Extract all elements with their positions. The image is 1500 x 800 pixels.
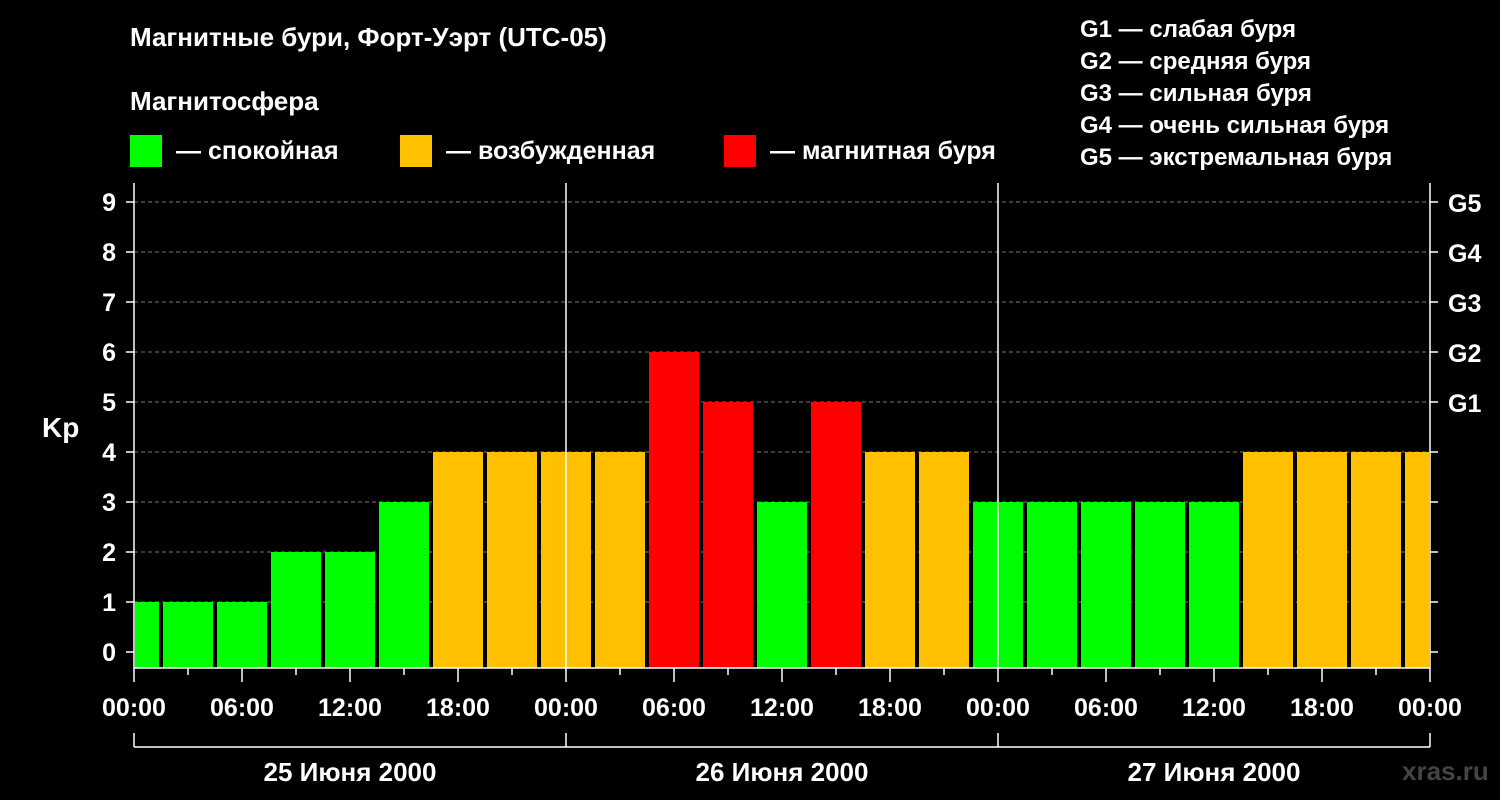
y-tick-label: 0 — [102, 639, 116, 667]
g-legend-g2: G2 — средняя буря — [1080, 48, 1311, 75]
x-tick-label: 18:00 — [858, 694, 922, 722]
y-axis-label: Kp — [42, 412, 79, 443]
legend-item-active: — возбужденная — [400, 134, 655, 168]
g-scale-label: G2 — [1448, 340, 1481, 368]
kp-bar — [1135, 502, 1185, 668]
kp-bar — [1081, 502, 1131, 668]
day-label: 26 Июня 2000 — [696, 757, 869, 787]
chart-title: Магнитные бури, Форт-Уэрт (UTC-05) — [130, 22, 607, 52]
g-scale-label: G3 — [1448, 290, 1481, 318]
y-tick-label: 3 — [102, 489, 116, 517]
kp-bar — [325, 552, 375, 668]
g-legend-g5: G5 — экстремальная буря — [1080, 144, 1393, 171]
x-tick-label: 06:00 — [642, 694, 706, 722]
kp-bar — [649, 352, 699, 668]
y-tick-label: 4 — [102, 439, 116, 467]
watermark: xras.ru — [1402, 756, 1489, 786]
legend-item-quiet: — спокойная — [130, 134, 339, 168]
kp-bar — [487, 452, 537, 668]
x-tick-label: 00:00 — [1398, 694, 1462, 722]
g-scale-label: G1 — [1448, 390, 1481, 418]
g-legend-g1: G1 — слабая буря — [1080, 16, 1297, 43]
g-legend-g4: G4 — очень сильная буря — [1080, 112, 1390, 139]
x-tick-label: 12:00 — [318, 694, 382, 722]
legend-swatch-active — [400, 135, 432, 167]
x-tick-label: 06:00 — [210, 694, 274, 722]
x-tick-label: 00:00 — [534, 694, 598, 722]
g-scale-label: G5 — [1448, 190, 1481, 218]
kp-bar — [757, 502, 807, 668]
legend-swatch-storm — [724, 135, 756, 167]
g-legend-g3: G3 — сильная буря — [1080, 80, 1312, 107]
kp-bar — [1189, 502, 1239, 668]
kp-bar — [135, 602, 159, 668]
legend-label-active: — возбужденная — [446, 136, 656, 165]
legend-label-storm: — магнитная буря — [770, 136, 996, 165]
kp-bar — [1297, 452, 1347, 668]
kp-bar — [1405, 452, 1429, 668]
y-tick-label: 1 — [102, 589, 116, 617]
y-tick-label: 8 — [102, 239, 116, 267]
x-tick-label: 18:00 — [1290, 694, 1354, 722]
kp-bar — [919, 452, 969, 668]
x-tick-label: 00:00 — [102, 694, 166, 722]
x-tick-label: 00:00 — [966, 694, 1030, 722]
legend-subtitle: Магнитосфера — [130, 86, 319, 116]
day-label: 27 Июня 2000 — [1128, 757, 1301, 787]
legend-label-quiet: — спокойная — [176, 136, 339, 165]
kp-bar — [595, 452, 645, 668]
x-tick-label: 12:00 — [750, 694, 814, 722]
y-tick-label: 5 — [102, 389, 116, 417]
kp-bar — [1027, 502, 1077, 668]
kp-bar — [1351, 452, 1401, 668]
g-scale-legend: G1 — слабая буря G2 — средняя буря G3 — … — [1080, 14, 1392, 174]
y-tick-label: 2 — [102, 539, 116, 567]
kp-bar — [433, 452, 483, 668]
x-tick-label: 12:00 — [1182, 694, 1246, 722]
legend-item-storm: — магнитная буря — [724, 134, 996, 168]
kp-bar — [163, 602, 213, 668]
kp-bar — [379, 502, 429, 668]
legend-swatch-quiet — [130, 135, 162, 167]
kp-bar — [217, 602, 267, 668]
x-tick-label: 18:00 — [426, 694, 490, 722]
kp-bar — [1243, 452, 1293, 668]
kp-bar — [865, 452, 915, 668]
y-tick-label: 7 — [102, 289, 116, 317]
kp-bar — [703, 402, 753, 668]
y-tick-label: 6 — [102, 339, 116, 367]
x-tick-label: 06:00 — [1074, 694, 1138, 722]
g-scale-label: G4 — [1448, 240, 1481, 268]
kp-bar — [271, 552, 321, 668]
y-tick-label: 9 — [102, 189, 116, 217]
day-label: 25 Июня 2000 — [264, 757, 437, 787]
kp-bar — [811, 402, 861, 668]
